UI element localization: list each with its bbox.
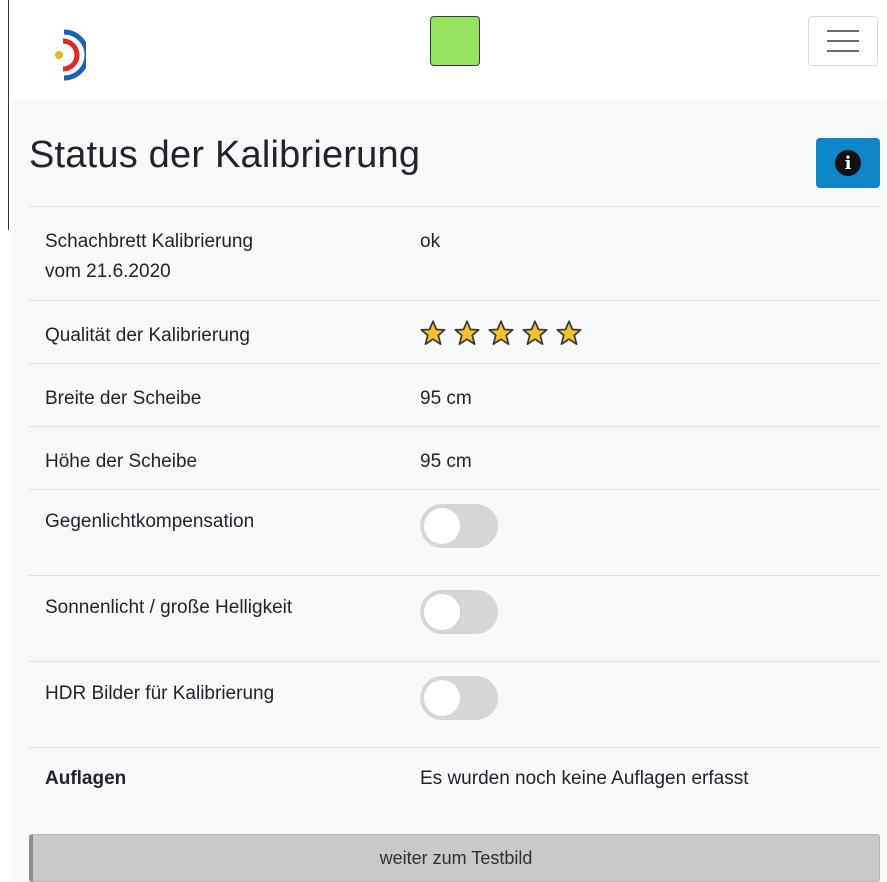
info-circle-icon: i <box>835 150 861 176</box>
chessboard-value: ok <box>420 231 441 252</box>
chessboard-label-text: Schachbrett Kalibrierung <box>45 231 254 252</box>
table-row-width: Breite der Scheibe 95 cm <box>29 363 880 426</box>
quality-stars <box>419 319 583 347</box>
star-icon <box>522 320 548 345</box>
menu-bar <box>827 50 859 52</box>
hdr-label: HDR Bilder für Kalibrierung <box>45 683 275 704</box>
height-label: Höhe der Scheibe <box>45 451 198 472</box>
menu-bar <box>827 30 859 32</box>
table-row-sunlight: Sonnenlicht / große Helligkeit <box>29 575 880 661</box>
navbar <box>12 0 887 100</box>
hamburger-menu-button[interactable] <box>808 16 878 66</box>
chessboard-date: vom 21.6.2020 <box>45 261 171 282</box>
chessboard-label: Schachbrett Kalibrierung vom 21.6.2020 <box>45 227 253 287</box>
table-row-height: Höhe der Scheibe 95 cm <box>29 426 880 489</box>
backlight-label: Gegenlichtkompensation <box>45 511 255 532</box>
table-row-quality: Qualität der Kalibrierung <box>29 300 880 363</box>
window-left-border <box>8 0 9 230</box>
height-value: 95 cm <box>420 451 472 472</box>
table-row-backlight: Gegenlichtkompensation <box>29 489 880 575</box>
quality-label: Qualität der Kalibrierung <box>45 325 250 346</box>
status-indicator <box>430 16 480 66</box>
width-label: Breite der Scheibe <box>45 388 202 409</box>
menu-bar <box>827 40 859 42</box>
backlight-toggle[interactable] <box>420 504 498 548</box>
main-content: Status der Kalibrierung i Schachbrett Ka… <box>12 100 887 882</box>
table-row-targets: Auflagen Es wurden noch keine Auflagen e… <box>29 747 880 821</box>
hdr-toggle[interactable] <box>420 676 498 720</box>
next-to-test-image-button[interactable]: weiter zum Testbild <box>29 834 880 882</box>
info-button[interactable]: i <box>816 138 880 188</box>
table-row-chessboard: Schachbrett Kalibrierung vom 21.6.2020 o… <box>29 206 880 300</box>
star-icon <box>556 320 582 345</box>
star-icon <box>420 320 446 345</box>
star-icon <box>488 320 514 345</box>
toggle-knob <box>424 508 460 544</box>
toggle-knob <box>424 680 460 716</box>
status-table: Schachbrett Kalibrierung vom 21.6.2020 o… <box>29 206 880 821</box>
toggle-knob <box>424 594 460 630</box>
target-logo-icon[interactable] <box>50 28 86 82</box>
star-icon <box>454 320 480 345</box>
page-title: Status der Kalibrierung <box>29 134 421 176</box>
sunlight-toggle[interactable] <box>420 590 498 634</box>
width-value: 95 cm <box>420 388 472 409</box>
targets-label: Auflagen <box>45 768 127 789</box>
targets-value: Es wurden noch keine Auflagen erfasst <box>420 768 749 789</box>
table-row-hdr: HDR Bilder für Kalibrierung <box>29 661 880 747</box>
sunlight-label: Sonnenlicht / große Helligkeit <box>45 597 293 618</box>
